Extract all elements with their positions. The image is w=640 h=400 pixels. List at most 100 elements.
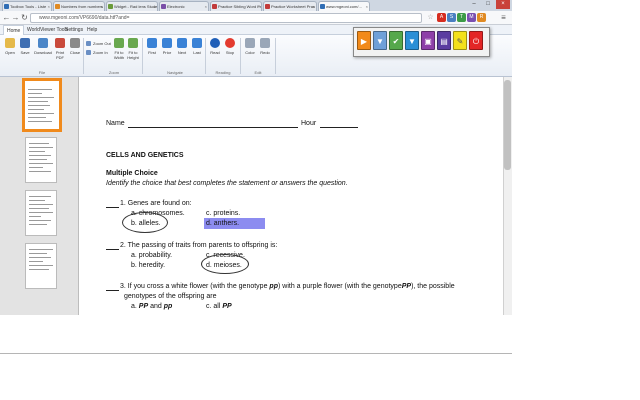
- prior-page-button[interactable]: Prior: [160, 37, 174, 67]
- color-button[interactable]: Color: [243, 37, 257, 67]
- folder-icon: [5, 38, 15, 48]
- page-thumbnail-2[interactable]: [25, 137, 57, 183]
- q2-option-a: a. probability.: [131, 252, 173, 259]
- divider: [0, 353, 512, 354]
- name-blank[interactable]: [128, 127, 298, 128]
- document-page: [80, 77, 503, 315]
- zoom-in-button[interactable]: Zoom In: [86, 49, 108, 56]
- next-page-icon: [177, 38, 187, 48]
- tab-favicon-icon: [4, 4, 9, 9]
- extension-icon[interactable]: R: [477, 13, 486, 22]
- close-doc-icon: [70, 38, 80, 48]
- browser-tab-3[interactable]: Widget - Rad lens Stude ×: [106, 1, 158, 11]
- screen-icon[interactable]: ▣: [421, 31, 435, 50]
- print-pdf-button[interactable]: Print PDF: [53, 37, 67, 67]
- browser-tab-active[interactable]: www.mgeoni.com/... ×: [318, 1, 370, 11]
- download-icon: [38, 38, 48, 48]
- tab-favicon-icon: [161, 4, 166, 9]
- answer-blank-2[interactable]: [106, 249, 119, 250]
- pin-icon[interactable]: ▼: [405, 31, 419, 50]
- zoom-out-button[interactable]: Zoom Out: [86, 40, 111, 47]
- browser-tab-6[interactable]: Practice Worksheet Prac ×: [263, 1, 317, 11]
- window-close-icon[interactable]: ×: [496, 0, 510, 9]
- highlighter-icon[interactable]: ✎: [453, 31, 467, 50]
- stop-button[interactable]: Stop: [223, 37, 237, 67]
- read-button[interactable]: Read: [208, 37, 222, 67]
- filter-icon[interactable]: ▼: [373, 31, 387, 50]
- tab-favicon-icon: [265, 4, 270, 9]
- screen: Toolbox Tools - Liste × Numbers from numb…: [0, 0, 640, 400]
- back-icon[interactable]: ←: [2, 13, 11, 23]
- forward-icon[interactable]: →: [11, 13, 20, 23]
- tab-close-icon[interactable]: ×: [101, 2, 103, 11]
- tab-close-icon[interactable]: ×: [366, 2, 368, 11]
- download-button[interactable]: Download: [34, 37, 52, 67]
- q3-option-c: c. all PP: [206, 303, 232, 310]
- question-3-cont: genotypes of the offspring are: [124, 293, 217, 300]
- power-icon[interactable]: ⏻: [469, 31, 483, 50]
- browser-tab-1[interactable]: Toolbox Tools - Liste ×: [2, 1, 52, 11]
- menu-help[interactable]: Help: [84, 25, 100, 35]
- extension-icon[interactable]: T: [457, 13, 466, 22]
- chrome-menu-icon[interactable]: ≡: [499, 13, 508, 22]
- bookmark-star-icon[interactable]: ☆: [426, 13, 435, 22]
- tab-favicon-icon: [320, 4, 325, 9]
- play-icon[interactable]: ▶: [357, 31, 371, 50]
- group-label-file: File: [38, 70, 46, 75]
- tab-close-icon[interactable]: ×: [48, 2, 50, 11]
- save-button[interactable]: Save: [18, 37, 32, 67]
- minimize-icon[interactable]: –: [468, 0, 480, 9]
- tab-favicon-icon: [55, 4, 60, 9]
- answer-circle-mark: [122, 212, 168, 233]
- zoom-out-icon: [86, 41, 91, 47]
- page-thumbnail-1[interactable]: [22, 78, 62, 132]
- name-label: Name: [106, 120, 125, 127]
- fit-height-icon: [128, 38, 138, 48]
- hour-blank[interactable]: [320, 127, 358, 128]
- tab-favicon-icon: [212, 4, 217, 9]
- fit-height-button[interactable]: Fit to Height: [126, 37, 140, 67]
- maximize-icon[interactable]: □: [482, 0, 494, 9]
- answer-blank-1[interactable]: [106, 207, 119, 208]
- open-button[interactable]: Open: [3, 37, 17, 67]
- tab-close-icon[interactable]: ×: [205, 2, 207, 11]
- group-label-edit: Edit: [254, 70, 262, 75]
- page-thumbnail-3[interactable]: [25, 190, 57, 236]
- section-heading: Multiple Choice: [106, 170, 158, 177]
- tab-close-icon[interactable]: ×: [313, 2, 315, 11]
- first-page-icon: [147, 38, 157, 48]
- group-separator: [83, 38, 84, 74]
- question-3: 3. If you cross a white flower (with the…: [120, 283, 455, 290]
- redo-button[interactable]: Redo: [258, 37, 272, 67]
- answer-blank-3[interactable]: [106, 290, 119, 291]
- tab-favicon-icon: [108, 4, 113, 9]
- address-bar[interactable]: www.mgeoni.com/VP6690/data.htf?and=: [30, 13, 422, 23]
- menu-home[interactable]: Home: [3, 25, 25, 35]
- group-separator: [205, 38, 206, 74]
- group-label-navigate: Navigate: [167, 70, 183, 75]
- tab-close-icon[interactable]: ×: [154, 2, 156, 11]
- close-button[interactable]: Close: [68, 37, 82, 67]
- color-icon: [245, 38, 255, 48]
- scrollbar-thumb[interactable]: [504, 80, 511, 170]
- extension-icon[interactable]: S: [447, 13, 456, 22]
- browser-tab-4[interactable]: Electronic ×: [159, 1, 209, 11]
- browser-tab-5[interactable]: Practice Sibling Word Pr ×: [210, 1, 262, 11]
- reload-icon[interactable]: ↻: [20, 13, 29, 23]
- question-1: 1. Genes are found on:: [120, 200, 192, 207]
- extension-icon[interactable]: M: [467, 13, 476, 22]
- fit-width-button[interactable]: Fit to Width: [112, 37, 126, 67]
- page-thumbnail-4[interactable]: [25, 243, 57, 289]
- stop-icon: [225, 38, 235, 48]
- worksheet-title: CELLS AND GENETICS: [106, 152, 184, 159]
- check-icon[interactable]: ✔: [389, 31, 403, 50]
- next-page-button[interactable]: Next: [175, 37, 189, 67]
- group-separator: [275, 38, 276, 74]
- first-page-button[interactable]: First: [145, 37, 159, 67]
- doc-icon[interactable]: ▤: [437, 31, 451, 50]
- last-page-button[interactable]: Last: [190, 37, 204, 67]
- menu-settings[interactable]: Settings: [62, 25, 86, 35]
- extension-icon[interactable]: A: [437, 13, 446, 22]
- browser-tab-2[interactable]: Numbers from numbers ×: [53, 1, 105, 11]
- tab-close-icon[interactable]: ×: [258, 2, 260, 11]
